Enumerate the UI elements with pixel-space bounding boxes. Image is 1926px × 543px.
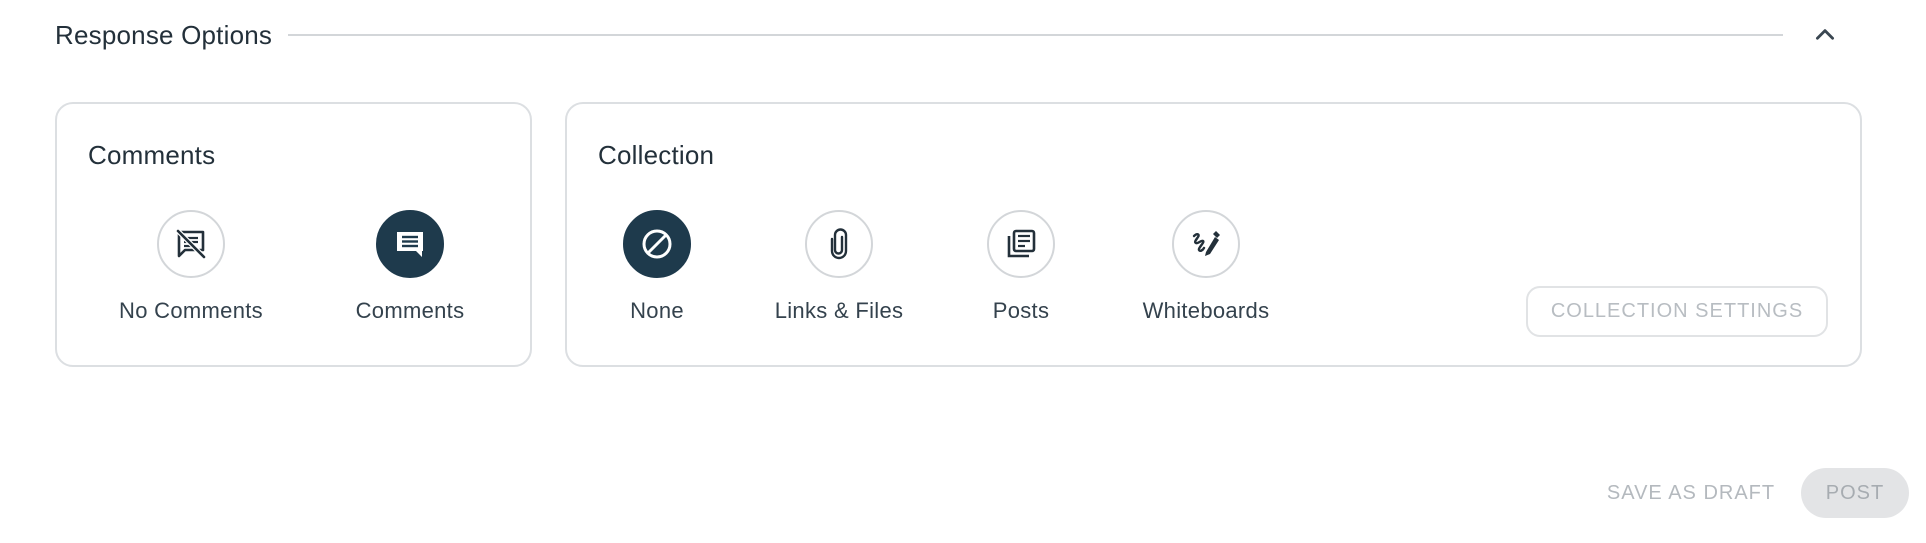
posts-label: Posts [992, 298, 1050, 323]
option-posts[interactable]: Posts [921, 210, 1121, 324]
comments-card: Comments No Comments Comments [55, 102, 532, 367]
whiteboards-toggle[interactable] [1172, 210, 1240, 278]
section-divider [288, 34, 1783, 36]
comments-card-title: Comments [88, 140, 216, 170]
none-toggle[interactable] [623, 210, 691, 278]
comments-label: Comments [355, 298, 465, 323]
posts-icon [1007, 229, 1036, 258]
section-title: Response Options [55, 19, 273, 50]
option-none[interactable]: None [557, 210, 757, 324]
none-icon [642, 229, 672, 259]
post-button[interactable]: POST [1801, 468, 1909, 518]
collection-card-title: Collection [598, 140, 715, 170]
paperclip-icon [830, 228, 848, 260]
links-files-toggle[interactable] [805, 210, 873, 278]
collection-card: Collection None Links & Files Posts Whit… [565, 102, 1862, 367]
comments-icon [397, 232, 423, 257]
save-as-draft-button[interactable]: SAVE AS DRAFT [1600, 468, 1782, 518]
collapse-button[interactable] [1805, 15, 1845, 55]
option-links-files[interactable]: Links & Files [739, 210, 939, 324]
option-whiteboards[interactable]: Whiteboards [1106, 210, 1306, 324]
response-options-panel: Response Options Comments No Comments Co… [0, 0, 1926, 543]
no-comments-label: No Comments [119, 298, 263, 323]
whiteboards-label: Whiteboards [1142, 298, 1270, 323]
collection-settings-button[interactable]: COLLECTION SETTINGS [1526, 286, 1828, 337]
links-files-label: Links & Files [774, 298, 904, 323]
chevron-up-icon [1816, 29, 1834, 40]
comments-toggle[interactable] [376, 210, 444, 278]
no-comments-icon [176, 229, 206, 259]
none-label: None [630, 298, 684, 323]
posts-toggle[interactable] [987, 210, 1055, 278]
no-comments-toggle[interactable] [157, 210, 225, 278]
option-comments[interactable]: Comments [310, 210, 510, 324]
whiteboard-icon [1192, 231, 1220, 256]
option-no-comments[interactable]: No Comments [91, 210, 291, 324]
section-header: Response Options [55, 14, 1845, 56]
